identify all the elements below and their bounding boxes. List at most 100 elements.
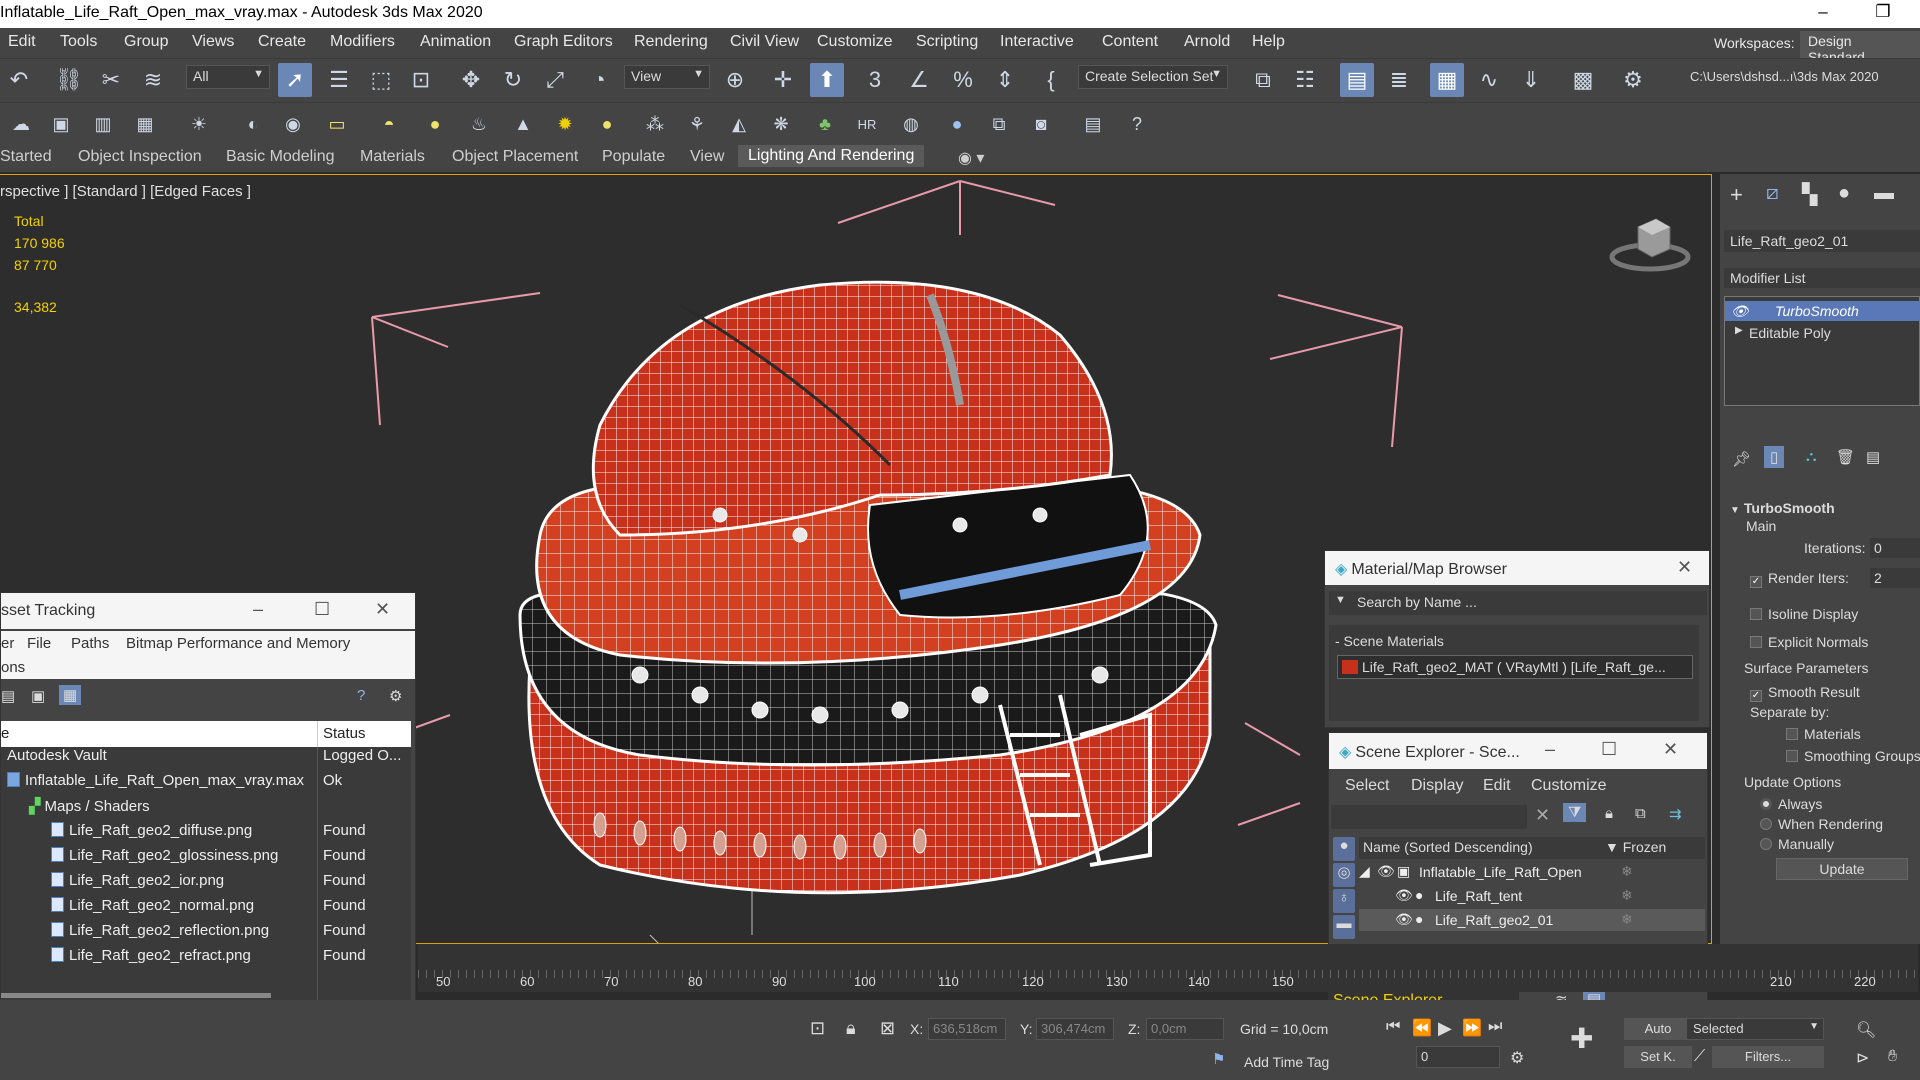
go-to-start-icon[interactable]: ⏮ [1386,1018,1400,1036]
lock-camera-icon[interactable]: ◙ [1024,107,1058,141]
undo-icon[interactable]: ↶ [2,63,36,97]
container-icon[interactable]: ☁ [4,107,38,141]
add-time-tag-button[interactable]: Add Time Tag [1244,1054,1329,1070]
selection-set-key-dropdown[interactable]: Selected ▼ [1686,1018,1824,1040]
menu-views[interactable]: Views [192,33,234,51]
environment-icon[interactable]: ● [940,107,974,141]
time-config-icon[interactable]: ⚙ [1510,1048,1524,1068]
lock-icon[interactable]: 🔒︎ [846,1018,856,1039]
mirror-icon[interactable]: ⧉ [1246,63,1280,97]
visibility-icon[interactable]: 👁︎ [1395,887,1413,904]
table-row[interactable]: Life_Raft_geo2_glossiness.png Found [1,847,411,872]
expand-icon[interactable]: ◢ [1359,863,1370,880]
table-row[interactable]: Autodesk Vault Logged O... [1,747,411,772]
schematic-view-icon[interactable]: ⇓ [1514,63,1548,97]
sun-icon[interactable]: ✹ [548,107,582,141]
always-radio[interactable]: Always [1760,796,1822,812]
rotate-icon[interactable]: ↻ [496,63,530,97]
link-icon[interactable]: ⛓ [52,63,86,97]
maximize-button[interactable]: ❐ [1868,2,1898,22]
percent-snap-icon[interactable]: % [946,63,980,97]
material-search-field[interactable]: ▼ Search by Name ... [1329,591,1707,615]
table-row[interactable]: Life_Raft_geo2_normal.png Found [1,897,411,922]
displacement-icon[interactable]: ◭ [722,107,756,141]
bind-space-warp-icon[interactable]: ≋ [136,63,170,97]
help-icon[interactable]: ? [357,687,365,704]
menu-civil-view[interactable]: Civil View [730,33,799,51]
vfb-icon[interactable]: ⧉ [982,107,1016,141]
menu-create[interactable]: Create [258,33,306,51]
tree-item-root[interactable]: ◢ 👁︎ ▣ Inflatable_Life_Raft_Open ❄ [1359,861,1705,883]
table-row[interactable]: Life_Raft_geo2_diffuse.png Found [1,822,411,847]
scene-materials-header[interactable]: - Scene Materials [1335,633,1444,649]
proxy-icon[interactable]: ⚘ [680,107,714,141]
menu-animation[interactable]: Animation [420,33,491,51]
menu-group[interactable]: Group [124,33,168,51]
next-frame-icon[interactable]: ⏩ [1462,1018,1482,1038]
rollout-header[interactable]: ▼ TurboSmooth [1730,500,1835,516]
display-shapes-icon[interactable]: ◎ [1333,863,1355,887]
material-editor-icon[interactable]: ▩ [1566,63,1600,97]
rect-selection-icon[interactable]: ⬚ [364,63,398,97]
table-row[interactable]: Life_Raft_geo2_reflection.png Found [1,922,411,947]
x-coord-field[interactable]: 636,518cm [928,1018,1006,1040]
tab-lighting-and-rendering[interactable]: Lighting And Rendering [738,145,925,167]
absolute-mode-icon[interactable]: ⊠ [880,1018,895,1039]
iterations-spinner[interactable]: 0 [1870,538,1920,558]
placement-icon[interactable]: ◔ [582,63,616,97]
zoom-icon[interactable]: 🔍︎ [1856,1020,1876,1040]
sync-icon[interactable]: ⇉ [1669,805,1682,823]
spinner-snap-icon[interactable]: ⇕ [988,63,1022,97]
previous-frame-icon[interactable]: ⏪ [1412,1018,1432,1038]
table-view-icon[interactable]: ▣ [31,687,45,705]
object-name-field[interactable]: Life_Raft_geo2_01 [1724,230,1920,252]
table-row[interactable]: ▞ Maps / Shaders [1,797,411,822]
time-tag-icon[interactable]: ⚑ [1212,1050,1225,1068]
move-icon[interactable]: ✥ [454,63,488,97]
tree-item-selected[interactable]: 👁︎ ● Life_Raft_geo2_01 ❄ [1359,909,1705,931]
set-key-button[interactable]: Set K. [1624,1046,1692,1068]
tab-started[interactable]: Started [0,148,52,166]
menu-scripting[interactable]: Scripting [916,33,978,51]
tab-object-inspection[interactable]: Object Inspection [78,148,202,166]
reference-coord-dropdown[interactable]: View ▼ [624,65,710,89]
stack-item-editable-poly[interactable]: ▶ Editable Poly [1725,323,1920,343]
lock-icon[interactable]: 🔒︎ [1605,805,1613,822]
menu-customize[interactable]: Customize [1531,777,1607,795]
chevron-down-icon[interactable]: ▼ [1335,594,1346,606]
camera-icon[interactable]: ◐ [236,107,270,141]
plane-icon[interactable]: ▭ [320,107,354,141]
table-row[interactable]: Life_Raft_geo2_refract.png Found [1,947,411,972]
update-button[interactable]: Update [1776,858,1908,880]
close-icon[interactable]: ✕ [375,599,390,620]
maximize-icon[interactable]: ☐ [1601,739,1617,760]
menu-file[interactable]: File [27,635,51,652]
decal-icon[interactable]: ◍ [894,107,928,141]
close-icon[interactable]: ✕ [1677,557,1692,578]
menu-display[interactable]: Display [1411,777,1463,795]
display-cameras-icon[interactable]: ▬ [1333,915,1355,939]
clear-filter-icon[interactable]: ✕ [1535,805,1550,826]
align-icon[interactable]: ☷ [1288,63,1322,97]
select-by-name-icon[interactable]: ☰ [322,63,356,97]
expand-icon[interactable]: ▶ [1735,325,1743,336]
y-coord-field[interactable]: 306,474cm [1036,1018,1114,1040]
visibility-icon[interactable]: 👁︎ [1377,863,1395,880]
current-frame-field[interactable]: 0 [1416,1046,1500,1068]
pin-stack-icon[interactable]: 📌︎ [1732,450,1751,468]
column-name[interactable]: e [1,725,9,742]
menu-paths[interactable]: Paths [71,635,109,652]
set-key-icon[interactable]: ✚ [1570,1022,1593,1055]
list-view-icon[interactable]: ▤ [1,687,15,705]
curve-editor-icon[interactable]: ∿ [1472,63,1506,97]
eye-icon[interactable]: 👁︎ [1731,303,1749,320]
layer-explorer-icon[interactable]: ≣ [1382,63,1416,97]
tab-materials[interactable]: Materials [360,148,425,166]
isoline-display-checkbox[interactable]: Isoline Display [1750,606,1858,622]
auto-key-button[interactable]: Auto [1624,1018,1692,1040]
menu-edit[interactable]: Edit [1483,777,1511,795]
ribbon-toggle-icon[interactable]: ▦ [1430,63,1464,97]
menu-interactive[interactable]: Interactive [1000,33,1074,51]
display-tab-icon[interactable]: ▬ [1874,182,1894,205]
help-icon[interactable]: ? [1120,107,1154,141]
